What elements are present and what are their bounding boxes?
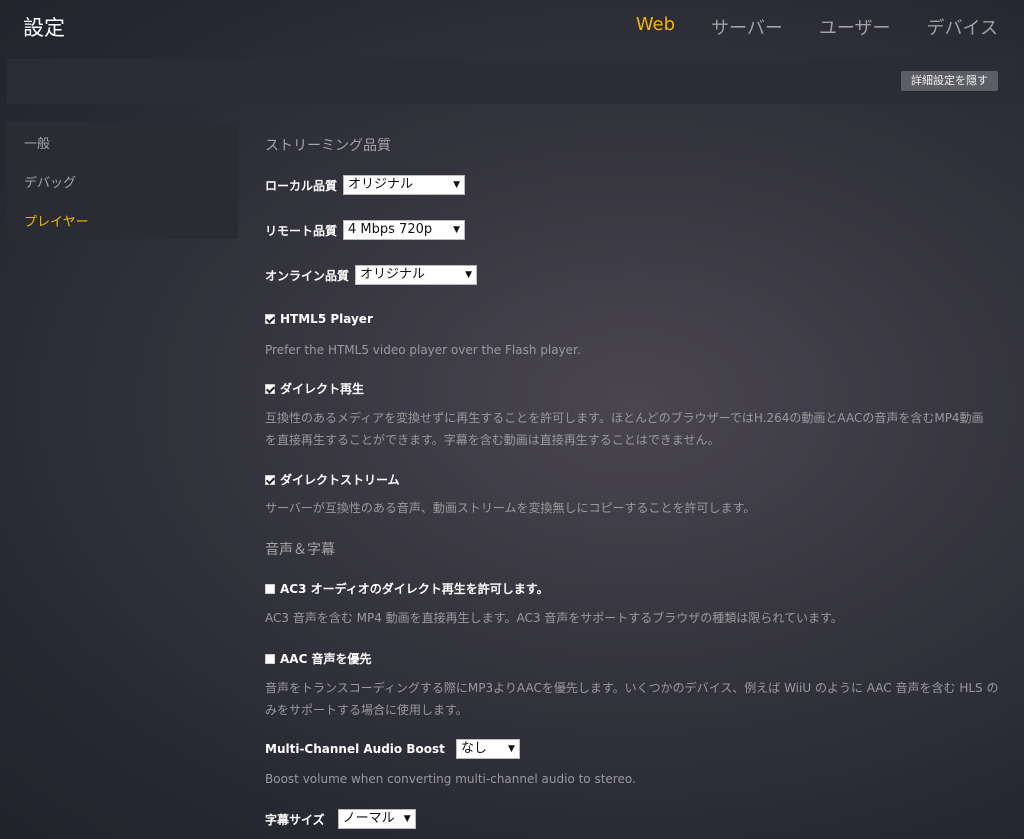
audio-boost-label: Multi-Channel Audio Boost [265,742,445,756]
sidebar-item-debug[interactable]: デバッグ [24,172,76,191]
local-quality-row: ローカル品質 オリジナル ▼ [265,175,466,195]
subtitle-size-row: 字幕サイズ ノーマル ▼ [265,809,416,829]
online-quality-value: オリジナル [360,267,426,282]
direct-play-description-line2: を直接再生することができます。字幕を含む動画は直接再生することはできません。 [265,433,720,447]
remote-quality-label: リモート品質 [265,223,338,238]
ac3-description: AC3 音声を含む MP4 動画を直接再生します。AC3 音声をサポートするブラ… [265,611,843,625]
direct-stream-checkbox[interactable] [265,474,275,485]
aac-label: AAC 音声を優先 [280,652,372,666]
aac-description: 音声をトランスコーディングする際にMP3よりAACを優先します。いくつかのデバイ… [265,677,1024,721]
page-title: 設定 [23,16,65,40]
remote-quality-value: 4 Mbps 720p [348,222,433,237]
main-nav: Web サーバー ユーザー デバイス [636,14,998,40]
caret-down-icon: ▼ [453,225,461,235]
settings-toolbar: 詳細設定を隠す [7,59,1017,104]
aac-description-line1: 音声をトランスコーディングする際にMP3よりAACを優先します。いくつかのデバイ… [265,681,999,695]
top-bar: 設定 Web サーバー ユーザー デバイス [0,0,1024,54]
html5-player-label: HTML5 Player [280,312,373,326]
online-quality-row: オンライン品質 オリジナル ▼ [265,265,478,285]
audio-boost-value: なし [460,741,487,756]
direct-play-option: ダイレクト再生 [265,380,364,397]
direct-stream-label: ダイレクトストリーム [280,473,400,487]
online-quality-select[interactable]: オリジナル ▼ [355,265,478,285]
local-quality-value: オリジナル [348,177,414,192]
tab-server[interactable]: サーバー [711,14,783,40]
tab-devices[interactable]: デバイス [927,14,998,40]
local-quality-label: ローカル品質 [265,178,338,193]
direct-play-checkbox[interactable] [265,383,275,394]
html5-player-description: Prefer the HTML5 video player over the F… [265,343,581,357]
aac-checkbox[interactable] [265,653,275,664]
direct-stream-option: ダイレクトストリーム [265,471,400,488]
remote-quality-row: リモート品質 4 Mbps 720p ▼ [265,220,466,240]
remote-quality-select[interactable]: 4 Mbps 720p ▼ [343,220,466,240]
tab-web[interactable]: Web [636,14,675,40]
aac-option: AAC 音声を優先 [265,650,372,667]
caret-down-icon: ▼ [403,814,411,824]
html5-player-checkbox[interactable] [265,314,275,324]
local-quality-select[interactable]: オリジナル ▼ [343,175,466,195]
direct-play-description: 互換性のあるメディアを変換せずに再生することを許可します。ほとんどのブラウザーで… [265,407,1024,451]
streaming-quality-heading: ストリーミング品質 [265,138,391,154]
online-quality-label: オンライン品質 [265,268,350,283]
subtitle-size-value: ノーマル [342,811,395,826]
caret-down-icon: ▼ [507,744,515,754]
aac-description-line2: みをサポートする場合に使用します。 [265,703,468,717]
sidebar-item-player[interactable]: プレイヤー [24,211,89,230]
direct-play-label: ダイレクト再生 [280,382,365,396]
caret-down-icon: ▼ [453,180,461,190]
ac3-option: AC3 オーディオのダイレクト再生を許可します。 [265,580,549,597]
audio-subtitles-heading: 音声＆字幕 [265,542,335,558]
html5-player-option: HTML5 Player [265,312,373,326]
direct-play-description-line1: 互換性のあるメディアを変換せずに再生することを許可します。ほとんどのブラウザーで… [265,411,984,425]
audio-boost-select[interactable]: なし ▼ [455,739,520,759]
ac3-label: AC3 オーディオのダイレクト再生を許可します。 [280,582,549,596]
audio-boost-description: Boost volume when converting multi-chann… [265,772,636,786]
subtitle-size-select[interactable]: ノーマル ▼ [337,809,416,829]
sidebar-item-general[interactable]: 一般 [24,133,50,152]
subtitle-size-label: 字幕サイズ [265,812,325,827]
ac3-checkbox[interactable] [265,583,275,594]
caret-down-icon: ▼ [465,270,473,280]
settings-sidebar: 一般 デバッグ プレイヤー [7,122,238,239]
tab-users[interactable]: ユーザー [819,14,891,40]
audio-boost-row: Multi-Channel Audio Boost なし ▼ [265,739,520,759]
hide-advanced-button[interactable]: 詳細設定を隠す [901,71,998,91]
direct-stream-description: サーバーが互換性のある音声、動画ストリームを変換無しにコピーすることを許可します… [265,501,756,515]
